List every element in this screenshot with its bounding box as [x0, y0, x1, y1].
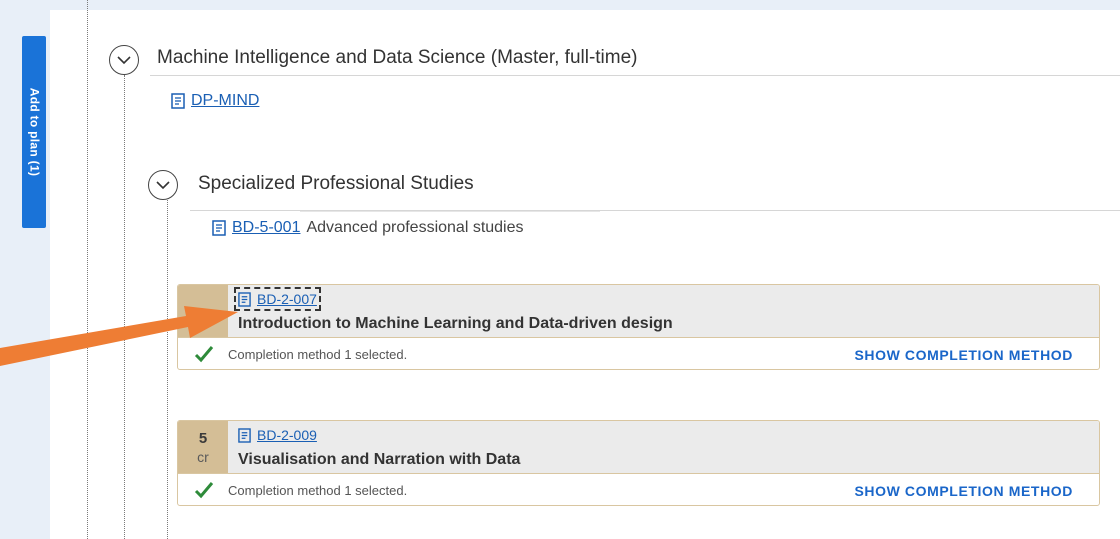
annotation-arrow-icon	[0, 306, 238, 366]
